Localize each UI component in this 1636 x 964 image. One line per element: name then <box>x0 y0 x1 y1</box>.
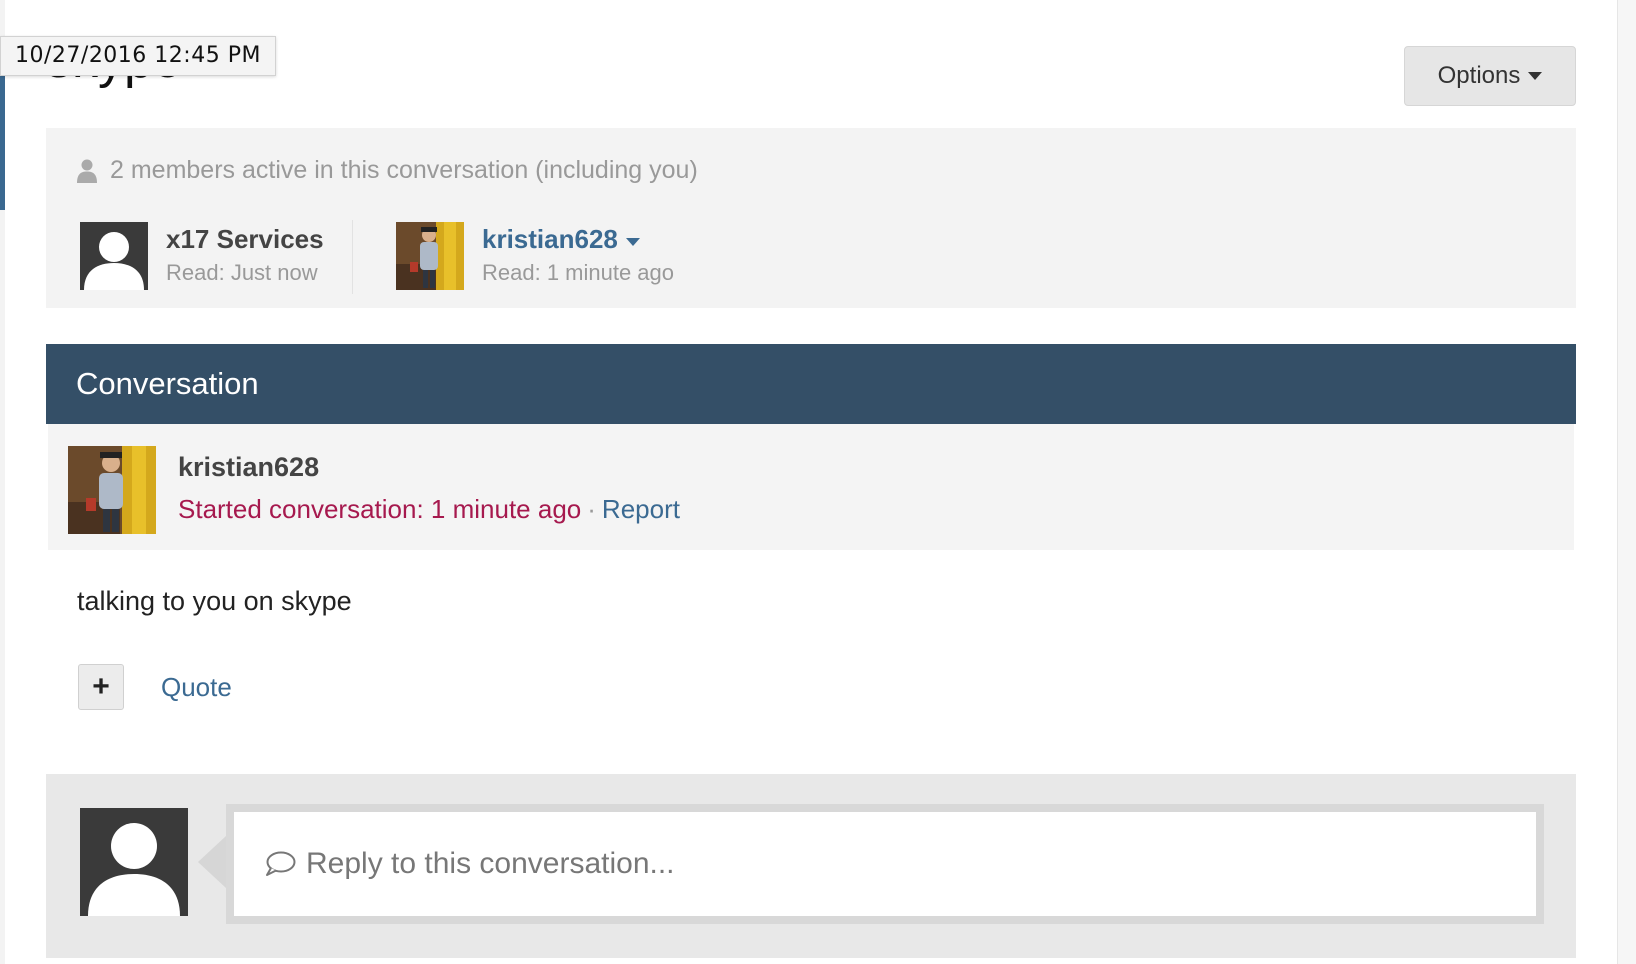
left-accent-bar <box>0 70 5 210</box>
message-meta: Started conversation: 1 minute ago · Repor… <box>178 494 680 525</box>
conversation-header: Conversation <box>46 344 1576 424</box>
report-link[interactable]: Report <box>602 494 680 524</box>
reply-pointer <box>198 836 226 888</box>
members-panel: 2 members active in this conversation (i… <box>46 128 1576 308</box>
message-body: talking to you on skype <box>77 586 352 616</box>
member-name[interactable]: x17 Services <box>166 224 324 255</box>
comment-icon <box>266 851 296 876</box>
options-label: Options <box>1437 62 1521 89</box>
quote-link[interactable]: Quote <box>161 672 232 703</box>
started-timestamp-link[interactable]: Started conversation: 1 minute ago <box>178 494 581 524</box>
author-photo-avatar[interactable] <box>68 446 156 534</box>
reply-panel: Reply to this conversation... <box>46 774 1576 958</box>
timestamp-tooltip: 10/27/2016 12:45 PM <box>0 36 276 76</box>
user-icon <box>77 159 97 183</box>
member-name-text: kristian628 <box>482 224 618 254</box>
meta-separator: · <box>587 494 596 524</box>
default-avatar <box>80 808 188 916</box>
scrollbar-track[interactable] <box>1617 0 1636 964</box>
member-read-status: Read: 1 minute ago <box>482 260 675 285</box>
member-divider <box>352 220 353 294</box>
message-header: kristian628 Started conversation: 1 minu… <box>48 424 1574 550</box>
user-photo-avatar[interactable] <box>396 222 464 290</box>
caret-down-icon <box>625 237 640 246</box>
options-button[interactable]: Options <box>1404 46 1576 106</box>
default-avatar[interactable] <box>80 222 148 290</box>
member-read-status: Read: Just now <box>166 260 318 285</box>
reply-placeholder: Reply to this conversation... <box>306 847 675 880</box>
members-heading: 2 members active in this conversation (i… <box>76 156 698 185</box>
message-author[interactable]: kristian628 <box>178 452 319 483</box>
member-name-link[interactable]: kristian628 <box>482 224 640 255</box>
members-heading-text: 2 members active in this conversation (i… <box>110 156 698 184</box>
reply-input[interactable]: Reply to this conversation... <box>226 804 1544 924</box>
add-button[interactable]: + <box>78 664 124 710</box>
caret-down-icon <box>1528 72 1543 80</box>
